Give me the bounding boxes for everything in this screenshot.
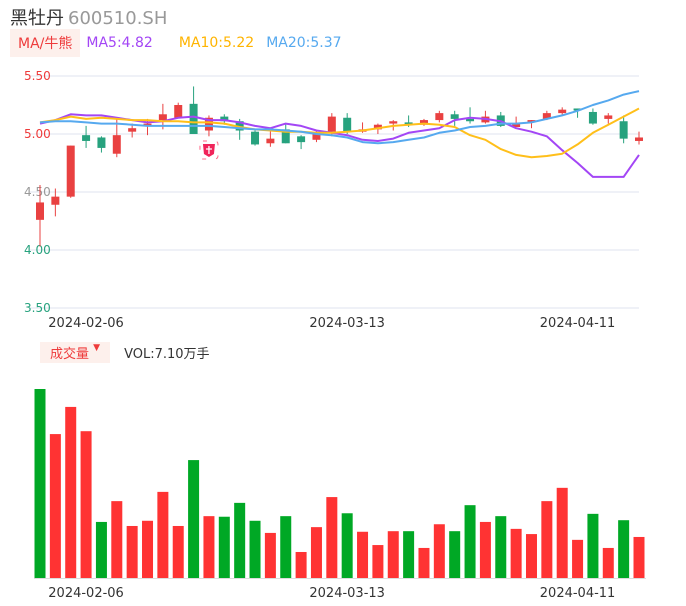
candle-up (604, 115, 613, 119)
volume-bar (510, 528, 522, 578)
volume-bar (572, 539, 584, 578)
volume-bar (80, 431, 92, 578)
volume-bar (602, 547, 614, 578)
volume-bar (280, 516, 292, 578)
bull-bear-signal-icon (199, 140, 219, 160)
candle-up (327, 116, 336, 132)
kline-chart[interactable]: 5.505.004.504.003.502024-02-06 2024-03-13… (0, 0, 686, 606)
volume-bar (234, 502, 246, 578)
volume-bar (95, 521, 107, 578)
volume-bar (525, 534, 537, 578)
y-tick-label: 5.50 (24, 69, 51, 83)
candle-up (112, 135, 121, 154)
candle-down (297, 136, 306, 143)
candle-up (635, 137, 643, 141)
candle-down (251, 131, 260, 145)
candle-down (466, 118, 475, 122)
volume-bar (387, 531, 399, 578)
volume-bar (203, 516, 215, 578)
volume-bar (449, 531, 461, 578)
candle-up (36, 202, 44, 220)
volume-bar (357, 531, 369, 578)
volume-bar (111, 501, 123, 578)
volume-bar (372, 545, 384, 578)
volume-bar (126, 525, 138, 578)
volume-bar (172, 525, 184, 578)
volume-bar (326, 497, 338, 578)
volume-bar (479, 521, 491, 578)
candle-up (158, 114, 167, 121)
candle-down (450, 114, 459, 119)
candle-up (174, 105, 183, 118)
candle-down (343, 117, 352, 132)
volume-bar (433, 524, 445, 578)
x-tick-label: 2024-02-06 (48, 316, 124, 331)
candle-down (82, 135, 91, 141)
y-tick-label: 4.50 (24, 185, 51, 199)
candle-up (266, 138, 275, 144)
volume-bar (188, 460, 200, 578)
volume-bar (157, 491, 169, 578)
x-tick-label: 2024-04-11 (540, 316, 616, 331)
candle-up (558, 109, 567, 114)
candle-down (189, 103, 198, 134)
candle-down (97, 137, 106, 148)
volume-bar (403, 531, 415, 578)
volume-bar (541, 501, 553, 578)
volume-bar (633, 536, 645, 578)
y-tick-label: 3.50 (24, 301, 51, 315)
candle-up (66, 145, 75, 197)
volume-bar (49, 434, 61, 578)
volume-bar (34, 389, 46, 578)
volume-bar (618, 520, 630, 578)
volume-bar (587, 513, 599, 578)
y-tick-label: 4.00 (24, 243, 51, 257)
volume-bar (495, 516, 507, 578)
candle-up (128, 128, 137, 132)
volume-bar (142, 520, 154, 578)
volume-bar (556, 487, 568, 578)
volume-bar (341, 513, 353, 578)
volume-bar (464, 505, 476, 578)
candle-up (389, 121, 398, 124)
x-tick-label: 2024-03-13 (309, 316, 385, 331)
volume-x-tick-label: 2024-03-13 (309, 586, 385, 601)
volume-bar (264, 532, 276, 578)
volume-bar (249, 520, 261, 578)
volume-x-tick-label: 2024-02-06 (48, 586, 124, 601)
candle-down (619, 121, 628, 139)
volume-x-tick-label: 2024-04-11 (540, 586, 616, 601)
candle-down (588, 111, 597, 124)
candle-up (51, 196, 60, 205)
volume-bar (418, 547, 430, 578)
volume-bar (65, 406, 77, 578)
candle-up (435, 113, 444, 121)
y-tick-label: 5.00 (24, 127, 51, 141)
volume-bar (295, 551, 307, 578)
volume-bar (218, 516, 230, 578)
volume-bar (310, 527, 322, 578)
